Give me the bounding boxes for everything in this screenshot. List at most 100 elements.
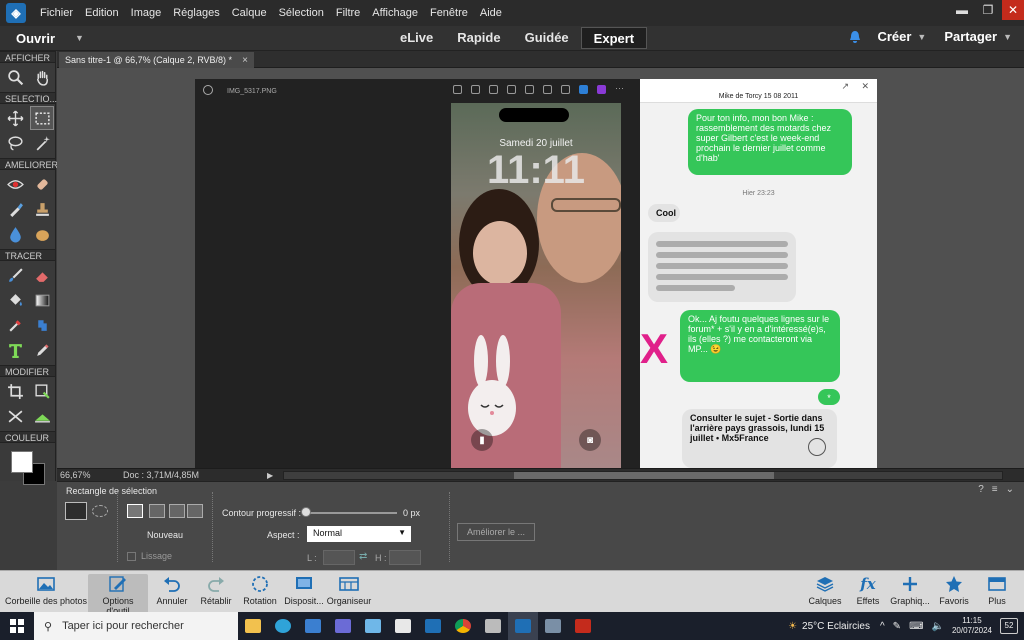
taskbar-app[interactable] xyxy=(478,612,508,640)
keyboard-icon[interactable]: ⌨ xyxy=(909,621,923,632)
pen-icon[interactable]: ✎ xyxy=(893,621,901,632)
menu-calque[interactable]: Calque xyxy=(226,7,273,19)
help-icon[interactable]: ? xyxy=(978,484,984,495)
taskbar-app[interactable] xyxy=(358,612,388,640)
sponge-tool-icon[interactable] xyxy=(30,222,54,246)
share-button[interactable]: Partager xyxy=(944,29,997,44)
selection-subtract-icon[interactable] xyxy=(169,504,185,518)
share-dropdown-icon[interactable]: ▼ xyxy=(1003,32,1012,42)
smoothing-checkbox[interactable] xyxy=(127,552,136,561)
gradient-tool-icon[interactable] xyxy=(30,288,54,312)
taskbar-mail[interactable] xyxy=(298,612,328,640)
tab-rapide[interactable]: Rapide xyxy=(445,27,512,49)
crop-tool-icon[interactable] xyxy=(3,379,27,403)
zoom-tool-icon[interactable] xyxy=(3,65,27,89)
rotate-button[interactable]: Rotation xyxy=(240,574,280,606)
refine-edge-button[interactable]: Améliorer le ... xyxy=(457,523,535,541)
graphics-button[interactable]: Graphiq... xyxy=(888,574,932,606)
menu-reglages[interactable]: Réglages xyxy=(167,7,225,19)
open-button[interactable]: Ouvrir xyxy=(0,31,55,46)
document-image[interactable]: IMG_5317.PNG ··· Samedi 20 juillet 11:11… xyxy=(195,79,877,468)
menu-filtre[interactable]: Filtre xyxy=(330,7,366,19)
red-eye-tool-icon[interactable] xyxy=(3,172,27,196)
weather-widget[interactable]: ☀ 25°C Eclaircies xyxy=(788,621,870,632)
chevron-up-icon[interactable]: ^ xyxy=(880,621,885,632)
create-dropdown-icon[interactable]: ▼ xyxy=(917,32,926,42)
create-button[interactable]: Créer xyxy=(877,29,911,44)
photo-bin-button[interactable]: Corbeille des photos xyxy=(4,574,88,606)
eraser-tool-icon[interactable] xyxy=(30,263,54,287)
close-tab-icon[interactable]: × xyxy=(242,55,248,66)
taskbar-app[interactable] xyxy=(418,612,448,640)
menu-edition[interactable]: Edition xyxy=(79,7,125,19)
brush-tool-icon[interactable] xyxy=(3,263,27,287)
restore-icon[interactable]: ❐ xyxy=(976,0,1000,20)
taskbar-clock[interactable]: 11:15 20/07/2024 xyxy=(952,616,992,636)
swap-dimensions-icon[interactable]: ⇄ xyxy=(359,551,367,562)
menu-fenetre[interactable]: Fenêtre xyxy=(424,7,474,19)
aspect-select[interactable]: Normal ▼ xyxy=(307,526,411,542)
layout-button[interactable]: Disposit... xyxy=(282,574,326,606)
taskbar-chrome[interactable] xyxy=(448,612,478,640)
menu-aide[interactable]: Aide xyxy=(474,7,508,19)
document-tab[interactable]: Sans titre-1 @ 66,7% (Calque 2, RVB/8) *… xyxy=(59,52,254,68)
zoom-level[interactable]: 66,67% xyxy=(57,470,97,480)
text-tool-icon[interactable] xyxy=(3,338,27,362)
spot-healing-tool-icon[interactable] xyxy=(30,172,54,196)
effects-button[interactable]: fx Effets xyxy=(850,574,886,606)
taskbar-edge[interactable] xyxy=(268,612,298,640)
scrollbar-thumb[interactable] xyxy=(514,471,775,479)
menu-fichier[interactable]: Fichier xyxy=(34,7,79,19)
tab-guidee[interactable]: Guidée xyxy=(513,27,581,49)
hand-tool-icon[interactable] xyxy=(30,65,54,89)
taskbar-app[interactable] xyxy=(328,612,358,640)
straighten-tool-icon[interactable] xyxy=(30,404,54,428)
tab-elive[interactable]: eLive xyxy=(388,27,445,49)
taskbar-app[interactable] xyxy=(538,612,568,640)
tool-options-button[interactable]: Options d'outil xyxy=(88,574,148,616)
custom-shape-tool-icon[interactable] xyxy=(30,313,54,337)
feather-slider-track[interactable] xyxy=(305,512,397,514)
foreground-color-swatch[interactable] xyxy=(11,451,33,473)
canvas-area[interactable]: IMG_5317.PNG ··· Samedi 20 juillet 11:11… xyxy=(57,68,1024,468)
menu-affichage[interactable]: Affichage xyxy=(366,7,424,19)
recompose-tool-icon[interactable] xyxy=(30,379,54,403)
ellipse-marquee-option[interactable] xyxy=(92,505,108,517)
minimize-icon[interactable]: ▬ xyxy=(950,0,974,20)
undo-button[interactable]: Annuler xyxy=(152,574,192,606)
pencil-tool-icon[interactable] xyxy=(30,338,54,362)
favorites-button[interactable]: Favoris xyxy=(936,574,972,606)
notifications-badge[interactable]: 52 xyxy=(1000,618,1018,634)
tab-expert[interactable]: Expert xyxy=(580,27,648,49)
taskbar-photoshop-elements[interactable] xyxy=(508,612,538,640)
selection-add-icon[interactable] xyxy=(149,504,165,518)
start-button[interactable] xyxy=(0,612,34,640)
horizontal-scrollbar[interactable] xyxy=(283,470,1004,480)
smart-brush-tool-icon[interactable] xyxy=(3,197,27,221)
content-aware-move-icon[interactable] xyxy=(3,404,27,428)
panel-menu-icon[interactable]: ≡ xyxy=(992,484,998,495)
paint-bucket-tool-icon[interactable] xyxy=(3,288,27,312)
eyedropper-tool-icon[interactable] xyxy=(3,313,27,337)
status-menu-icon[interactable]: ▶ xyxy=(267,471,273,480)
collapse-icon[interactable]: ⌄ xyxy=(1006,484,1014,495)
width-field[interactable] xyxy=(323,550,355,565)
more-button[interactable]: Plus xyxy=(980,574,1014,606)
height-field[interactable] xyxy=(389,550,421,565)
open-dropdown-icon[interactable]: ▼ xyxy=(75,33,84,43)
organizer-button[interactable]: Organiseur xyxy=(326,574,372,606)
close-window-icon[interactable]: ✕ xyxy=(1002,0,1024,20)
selection-intersect-icon[interactable] xyxy=(187,504,203,518)
taskbar-filezilla[interactable] xyxy=(568,612,598,640)
rectangle-marquee-option[interactable] xyxy=(65,502,87,520)
lasso-tool-icon[interactable] xyxy=(3,131,27,155)
taskbar-file-explorer[interactable] xyxy=(238,612,268,640)
layers-button[interactable]: Calques xyxy=(806,574,844,606)
selection-new-icon[interactable] xyxy=(127,504,143,518)
redo-button[interactable]: Rétablir xyxy=(196,574,236,606)
menu-image[interactable]: Image xyxy=(125,7,168,19)
taskbar-store[interactable] xyxy=(388,612,418,640)
blur-tool-icon[interactable] xyxy=(3,222,27,246)
magic-wand-tool-icon[interactable] xyxy=(30,131,54,155)
clone-stamp-tool-icon[interactable] xyxy=(30,197,54,221)
